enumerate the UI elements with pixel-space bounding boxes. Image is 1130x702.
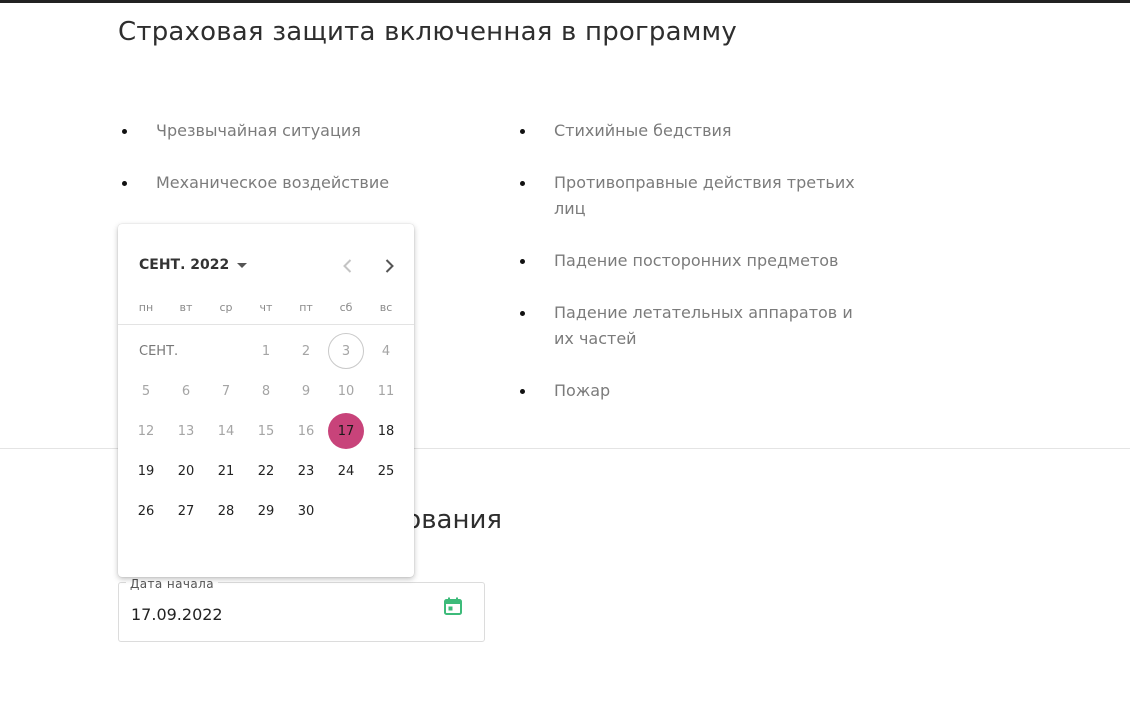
bullet-icon xyxy=(520,311,525,316)
calendar-day: 15 xyxy=(257,423,275,439)
calendar-day[interactable]: 23 xyxy=(288,453,324,489)
calendar-icon[interactable] xyxy=(443,596,463,616)
weekday-header: пн вт ср чт пт сб вс xyxy=(126,301,406,314)
coverage-item-label: Пожар xyxy=(554,381,611,400)
grid-month-label: СЕНТ. xyxy=(139,344,179,359)
coverage-item-label: Падение летательных аппаратов и их часте… xyxy=(554,303,853,348)
calendar-day[interactable]: 18 xyxy=(368,413,404,449)
coverage-item-label: Противоправные действия третьих лиц xyxy=(554,173,855,218)
coverage-item: Падение посторонних предметов xyxy=(516,248,866,274)
weekday-label: пт xyxy=(299,301,313,314)
calendar-day: 2 xyxy=(301,343,311,359)
calendar-day[interactable]: 21 xyxy=(208,453,244,489)
coverage-list-left: Чрезвычайная ситуация Механическое возде… xyxy=(118,118,448,222)
calendar-day[interactable]: 25 xyxy=(368,453,404,489)
calendar-day: 1 xyxy=(261,343,271,359)
coverage-item-label: Падение посторонних предметов xyxy=(554,251,839,270)
month-year-selector[interactable]: СЕНТ. 2022 xyxy=(139,257,248,273)
month-year-label: СЕНТ. 2022 xyxy=(139,257,230,273)
calendar-day: 9 xyxy=(301,383,311,399)
coverage-item: Падение летательных аппаратов и их часте… xyxy=(516,300,866,352)
calendar-day: 3 xyxy=(328,333,364,369)
calendar-day: 13 xyxy=(177,423,195,439)
weekday-label: вс xyxy=(379,301,393,314)
calendar-day: 14 xyxy=(217,423,235,439)
weekday-divider xyxy=(118,324,414,325)
chevron-left-icon[interactable] xyxy=(338,256,358,276)
coverage-item-label: Стихийные бедствия xyxy=(554,121,732,140)
calendar-day[interactable]: 19 xyxy=(128,453,164,489)
calendar-day: 8 xyxy=(261,383,271,399)
bullet-icon xyxy=(520,129,525,134)
calendar-day: 6 xyxy=(181,383,191,399)
page-title: Страховая защита включенная в программу xyxy=(118,17,737,47)
coverage-item-label: Чрезвычайная ситуация xyxy=(156,121,361,140)
calendar-day: 11 xyxy=(377,383,395,399)
calendar-day[interactable]: 26 xyxy=(128,493,164,529)
weekday-label: ср xyxy=(219,301,233,314)
start-date-label: Дата начала xyxy=(126,577,218,591)
calendar-day: 16 xyxy=(297,423,315,439)
bullet-icon xyxy=(122,181,127,186)
weekday-label: пн xyxy=(138,301,154,314)
caret-down-icon xyxy=(237,262,248,268)
bullet-icon xyxy=(520,389,525,394)
calendar-day[interactable]: 20 xyxy=(168,453,204,489)
coverage-item: Механическое воздействие xyxy=(118,170,448,196)
coverage-item: Стихийные бедствия xyxy=(516,118,866,144)
calendar-day[interactable]: 17 xyxy=(328,413,364,449)
start-date-field[interactable]: 17.09.2022 xyxy=(118,582,485,642)
coverage-item: Пожар xyxy=(516,378,866,404)
date-picker-popup: СЕНТ. 2022 пн вт ср чт пт сб вс СЕНТ. 12… xyxy=(118,224,414,577)
coverage-item: Противоправные действия третьих лиц xyxy=(516,170,866,222)
calendar-day: 7 xyxy=(221,383,231,399)
weekday-label: чт xyxy=(259,301,273,314)
bullet-icon xyxy=(122,129,127,134)
coverage-item-label: Механическое воздействие xyxy=(156,173,390,192)
bullet-icon xyxy=(520,259,525,264)
start-date-value[interactable]: 17.09.2022 xyxy=(131,605,223,624)
calendar-day[interactable]: 22 xyxy=(248,453,284,489)
calendar-day[interactable]: 29 xyxy=(248,493,284,529)
calendar-day: 4 xyxy=(381,343,391,359)
calendar-day: 10 xyxy=(337,383,355,399)
bullet-icon xyxy=(520,181,525,186)
calendar-day[interactable]: 24 xyxy=(328,453,364,489)
chevron-right-icon[interactable] xyxy=(379,256,399,276)
calendar-day[interactable]: 27 xyxy=(168,493,204,529)
calendar-day: 12 xyxy=(137,423,155,439)
calendar-day[interactable]: 30 xyxy=(288,493,324,529)
calendar-day: 5 xyxy=(141,383,151,399)
weekday-label: вт xyxy=(179,301,193,314)
coverage-item: Чрезвычайная ситуация xyxy=(118,118,448,144)
calendar-day[interactable]: 28 xyxy=(208,493,244,529)
coverage-list-right: Стихийные бедствия Противоправные действ… xyxy=(516,118,866,430)
top-bar xyxy=(0,0,1130,3)
weekday-label: сб xyxy=(339,301,353,314)
